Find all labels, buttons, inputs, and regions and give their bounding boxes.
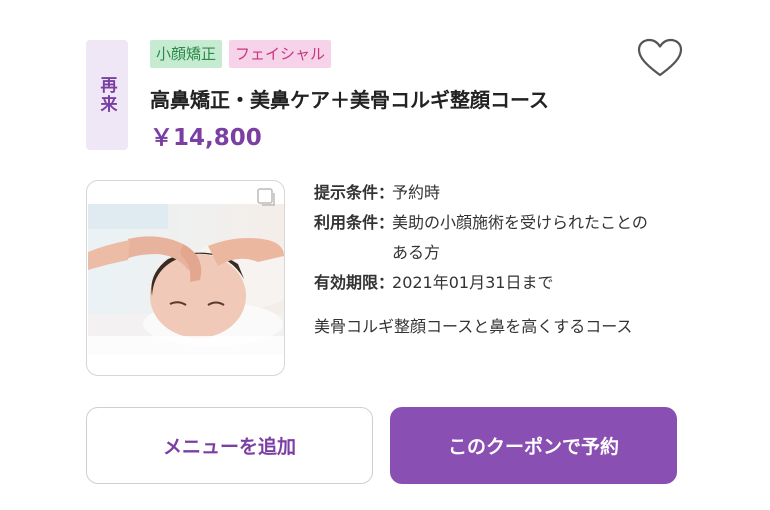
heart-icon <box>637 38 683 77</box>
add-menu-button[interactable]: メニューを追加 <box>86 407 373 484</box>
condition-label: 利用条件 <box>314 213 379 232</box>
repeat-customer-badge: 再来 <box>86 40 128 150</box>
repeat-badge-label: 再来 <box>96 76 117 114</box>
favorite-button[interactable] <box>637 38 683 78</box>
coupon-photo <box>88 204 284 354</box>
condition-label: 提示条件 <box>314 183 379 202</box>
condition-value: 美助の小顔施術を受けられたことのある方 <box>392 213 648 262</box>
category-tags: 小顔矯正 フェイシャル <box>150 40 332 68</box>
condition-row-expiry: 有効期限 ： 2021年01月31日まで <box>314 268 674 298</box>
coupon-price: ￥14,800 <box>150 125 262 151</box>
tag-facial: フェイシャル <box>229 40 332 68</box>
condition-row-presentation: 提示条件 ： 予約時 <box>314 178 674 208</box>
book-with-coupon-button[interactable]: このクーポンで予約 <box>390 407 677 484</box>
condition-row-usage: 利用条件 ： 美助の小顔施術を受けられたことのある方 <box>314 208 674 268</box>
condition-separator: ： <box>378 273 395 292</box>
tag-small-face: 小顔矯正 <box>150 40 223 68</box>
condition-separator: ： <box>378 213 395 232</box>
coupon-photo-frame[interactable] <box>86 180 285 376</box>
coupon-conditions: 提示条件 ： 予約時 利用条件 ： 美助の小顔施術を受けられたことのある方 有効… <box>314 178 674 298</box>
image-expand-icon <box>257 188 275 206</box>
condition-value: 2021年01月31日まで <box>392 273 554 292</box>
coupon-title: 高鼻矯正・美鼻ケア＋美骨コルギ整顔コース <box>150 88 549 112</box>
condition-label: 有効期限 <box>314 273 379 292</box>
coupon-description: 美骨コルギ整顔コースと鼻を高くするコース <box>314 317 633 336</box>
condition-value: 予約時 <box>392 183 441 202</box>
condition-separator: ： <box>378 183 395 202</box>
